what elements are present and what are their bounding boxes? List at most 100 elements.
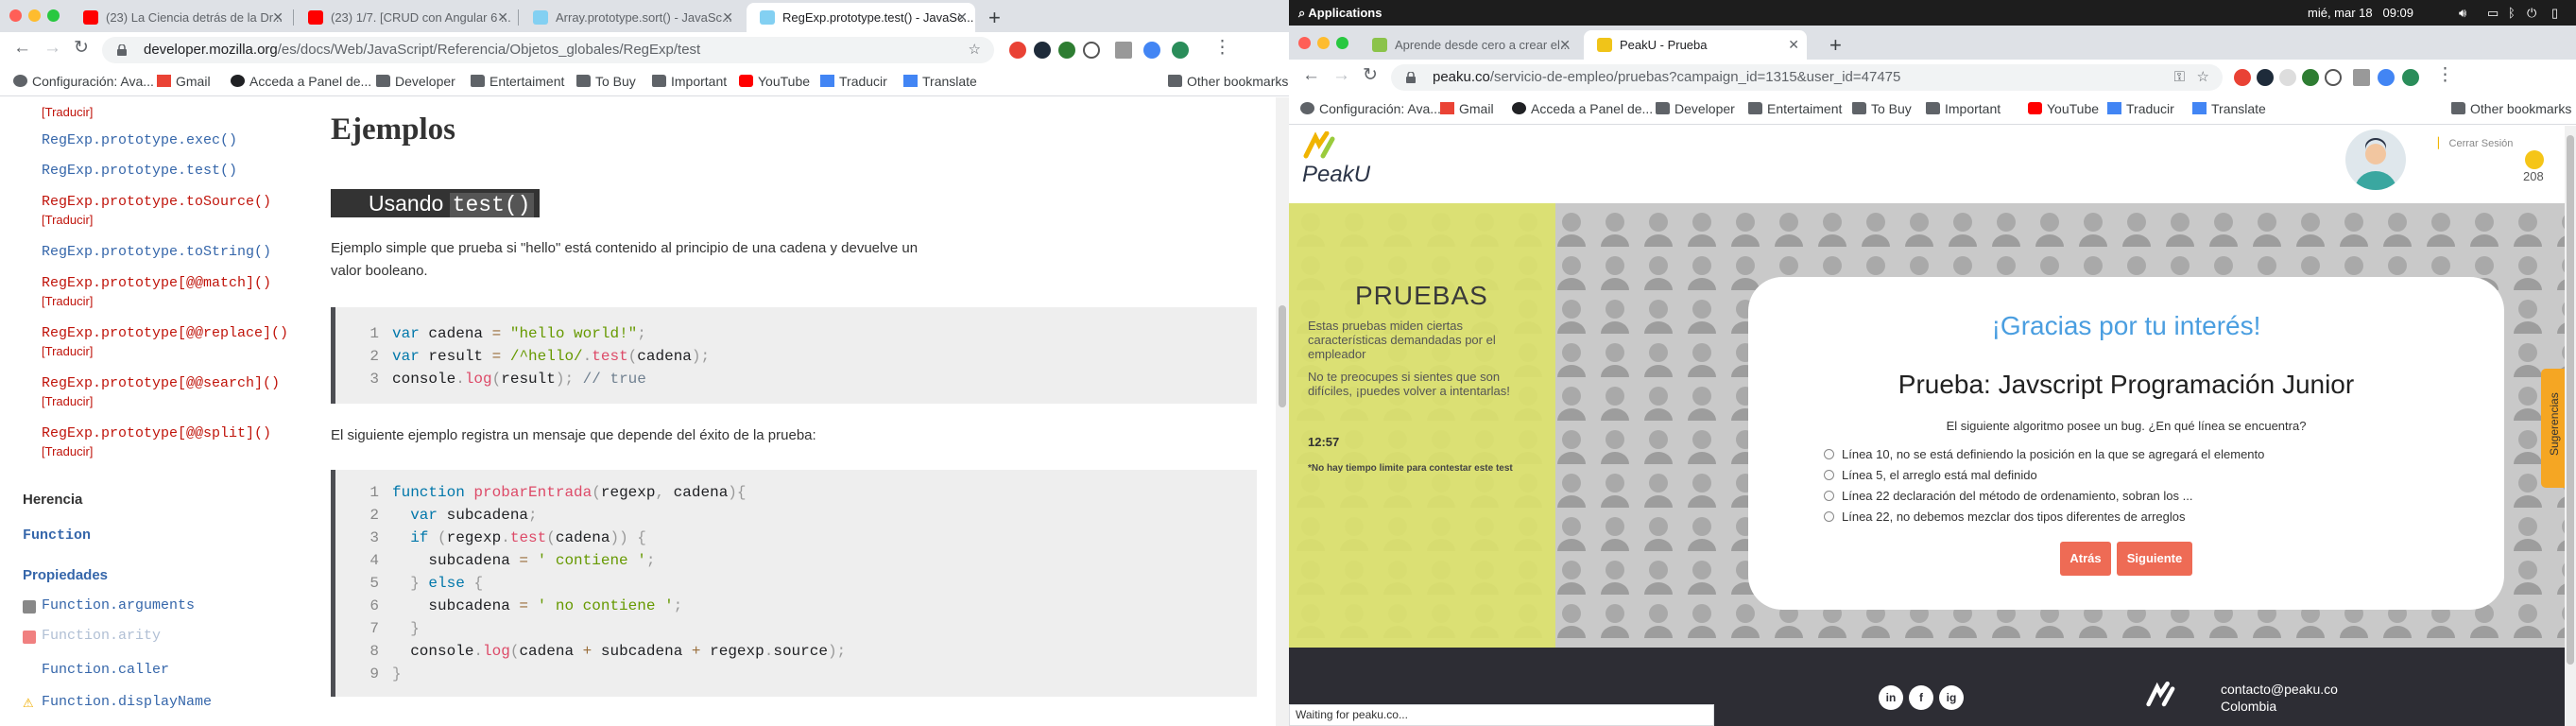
star-icon[interactable]: ☆ <box>969 37 981 63</box>
extensions-menu-icon[interactable] <box>2353 69 2370 86</box>
close-tab-icon[interactable]: ✕ <box>722 3 733 32</box>
sidebar-item-caller[interactable]: Function.caller <box>42 662 169 678</box>
linkedin-icon[interactable]: in <box>1879 685 1903 710</box>
sidebar-item-arity[interactable]: Function.arity <box>42 628 161 644</box>
bookmark-youtube[interactable]: YouTube <box>2028 94 2099 124</box>
sidebar-item-displayname[interactable]: Function.displayName <box>42 694 212 710</box>
new-tab-icon[interactable]: + <box>988 3 1001 32</box>
back-button[interactable]: Atrás <box>2060 542 2111 576</box>
bookmark-traducir[interactable]: Traducir <box>820 66 887 96</box>
avatar[interactable] <box>2345 130 2406 190</box>
extension-icon[interactable] <box>2257 69 2274 86</box>
applications-menu[interactable]: ⌕ Applications <box>1298 0 1382 26</box>
answer-option[interactable]: Línea 10, no se está definiendo la posic… <box>1824 447 2264 461</box>
extensions-menu-icon[interactable] <box>1115 42 1132 59</box>
menu-icon[interactable]: ⋮ <box>1213 38 1231 59</box>
address-bar[interactable]: peaku.co/servicio-de-empleo/pruebas?camp… <box>1391 64 2223 91</box>
tab-youtube-2[interactable]: (23) 1/7. [CRUD con Angular 6 ... ✕ <box>295 3 516 32</box>
forward-icon[interactable]: → <box>43 38 61 59</box>
avatar[interactable] <box>2402 69 2419 86</box>
sidebar-item-match[interactable]: RegExp.prototype[@@match]() <box>42 275 271 291</box>
battery-icon[interactable]: ▯ <box>2551 0 2558 26</box>
bookmark-other[interactable]: Other bookmarks <box>2451 94 2571 124</box>
sidebar-item-tostring[interactable]: RegExp.prototype.toString() <box>42 244 271 260</box>
radio-button[interactable] <box>1824 491 1834 501</box>
instagram-icon[interactable]: ig <box>1939 685 1964 710</box>
bookmark-folder-developer[interactable]: Developer <box>1656 94 1735 124</box>
sidebar-item-exec[interactable]: RegExp.prototype.exec() <box>42 132 237 148</box>
back-icon[interactable]: ← <box>13 38 31 59</box>
bookmark-folder-entertaiment[interactable]: Entertaiment <box>471 66 564 96</box>
tab-peaku[interactable]: PeakU - Prueba ✕ <box>1584 30 1807 60</box>
bookmark-translate[interactable]: Translate <box>2192 94 2266 124</box>
bookmark-folder-entertaiment[interactable]: Entertaiment <box>1748 94 1842 124</box>
sidebar-item-replace[interactable]: RegExp.prototype[@@replace]() <box>42 325 288 341</box>
logout-link[interactable]: ▏ Cerrar Sesión <box>2438 137 2513 149</box>
evernote-icon[interactable] <box>1058 42 1075 59</box>
sidebar-traducir[interactable]: [Traducir] <box>42 444 93 458</box>
tab-regexp-test[interactable]: RegExp.prototype.test() - JavaSc... ✕ <box>747 3 975 32</box>
bookmark-gmail[interactable]: Gmail <box>1440 94 1494 124</box>
sidebar-item-search[interactable]: RegExp.prototype[@@search]() <box>42 375 280 391</box>
sidebar-traducir[interactable]: [Traducir] <box>42 344 93 358</box>
evernote-icon[interactable] <box>2302 69 2319 86</box>
radio-button[interactable] <box>1824 449 1834 459</box>
sync-icon[interactable] <box>1143 42 1160 59</box>
menu-icon[interactable]: ⋮ <box>2436 65 2454 86</box>
avatar[interactable] <box>1172 42 1189 59</box>
sidebar-item-arguments[interactable]: Function.arguments <box>42 597 195 614</box>
sidebar-traducir[interactable]: [Traducir] <box>42 294 93 308</box>
sync-icon[interactable] <box>2378 69 2395 86</box>
close-window-icon[interactable] <box>1298 37 1311 49</box>
bookmark-gmail[interactable]: Gmail <box>157 66 211 96</box>
sidebar-traducir[interactable]: [Traducir] <box>42 213 93 227</box>
sidebar-item-split[interactable]: RegExp.prototype[@@split]() <box>42 425 271 441</box>
close-tab-icon[interactable]: ✕ <box>1559 30 1571 60</box>
answer-option[interactable]: Línea 5, el arreglo está mal definido <box>1824 468 2037 482</box>
minimize-window-icon[interactable] <box>28 9 41 22</box>
radio-button[interactable] <box>1824 511 1834 522</box>
adblock-icon[interactable] <box>2234 69 2251 86</box>
page-scrollbar[interactable] <box>1276 97 1289 726</box>
bookmark-configuracion[interactable]: Configuración: Ava... <box>1300 94 1441 124</box>
sidebar-item-tosource[interactable]: RegExp.prototype.toSource() <box>42 194 271 210</box>
adblock-icon[interactable] <box>1009 42 1026 59</box>
next-button[interactable]: Siguiente <box>2117 542 2192 576</box>
scrollbar-thumb[interactable] <box>1279 305 1286 407</box>
close-window-icon[interactable] <box>9 9 22 22</box>
reload-icon[interactable]: ↻ <box>74 38 89 59</box>
bookmark-folder-important[interactable]: Important <box>652 66 727 96</box>
back-icon[interactable]: ← <box>1302 65 1320 86</box>
bookmark-translate[interactable]: Translate <box>903 66 977 96</box>
extension-icon[interactable] <box>2279 69 2296 86</box>
system-clock[interactable]: mié, mar 18 09:09 <box>2308 0 2413 26</box>
close-tab-icon[interactable]: ✕ <box>956 3 968 32</box>
close-tab-icon[interactable]: ✕ <box>272 3 283 32</box>
extension-icon[interactable] <box>2325 69 2342 86</box>
power-icon[interactable]: ⏻ <box>2527 0 2536 26</box>
brand-name[interactable]: PeakU <box>1302 162 1370 188</box>
key-icon[interactable]: ⚿ <box>2174 64 2185 91</box>
facebook-icon[interactable]: f <box>1909 685 1933 710</box>
radio-button[interactable] <box>1824 470 1834 480</box>
sidebar-item-test[interactable]: RegExp.prototype.test() <box>42 163 237 179</box>
tab-aprende[interactable]: Aprende desde cero a crear el... ✕ <box>1359 30 1578 60</box>
minimize-window-icon[interactable] <box>1317 37 1330 49</box>
bookmark-folder-tobuy[interactable]: To Buy <box>576 66 636 96</box>
new-tab-icon[interactable]: + <box>1829 30 1842 60</box>
extension-icon[interactable] <box>1083 42 1100 59</box>
answer-option[interactable]: Línea 22, no debemos mezclar dos tipos d… <box>1824 510 2186 524</box>
sidebar-traducir[interactable]: [Traducir] <box>42 394 93 408</box>
bookmark-panel[interactable]: Acceda a Panel de... <box>1512 94 1653 124</box>
sidebar-traducir[interactable]: [Traducir] <box>42 105 93 119</box>
bluetooth-icon[interactable]: ᛒ <box>2508 0 2516 26</box>
bookmark-folder-developer[interactable]: Developer <box>376 66 455 96</box>
answer-option[interactable]: Línea 22 declaración del método de orden… <box>1824 489 2192 503</box>
sidebar-item-function[interactable]: Function <box>23 527 91 544</box>
tab-youtube-1[interactable]: (23) La Ciencia detrás de la Dr... ✕ <box>70 3 291 32</box>
extension-icon[interactable] <box>1034 42 1051 59</box>
address-bar[interactable]: developer.mozilla.org/es/docs/Web/JavaSc… <box>102 37 994 63</box>
star-icon[interactable]: ☆ <box>2197 64 2209 91</box>
maximize-window-icon[interactable] <box>47 9 60 22</box>
tab-array-sort[interactable]: Array.prototype.sort() - JavaSc... ✕ <box>520 3 741 32</box>
